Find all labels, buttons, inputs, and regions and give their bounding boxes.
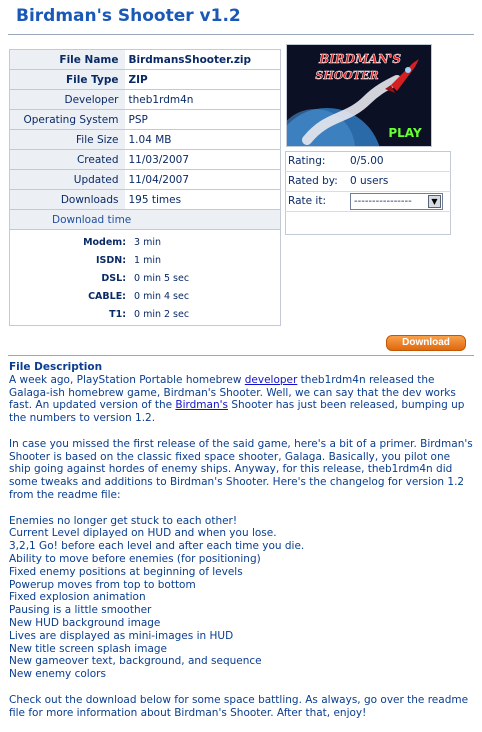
game-art-svg: BIRDMAN'S SHOOTER PLAY [287, 45, 431, 146]
info-value: 1.04 MB [124, 129, 281, 150]
info-value: 11/03/2007 [124, 149, 281, 170]
rating-label: Rating: [285, 151, 347, 172]
list-item: Powerup moves from top to bottom [9, 578, 196, 591]
list-item: Fixed explosion animation [9, 591, 146, 604]
art-title-line1: BIRDMAN'S [318, 52, 401, 66]
info-value: PSP [124, 109, 281, 130]
divider [8, 355, 474, 356]
rated-by-value: 0 users [347, 171, 451, 192]
list-item: 3,2,1 Go! before each level and after ea… [9, 540, 305, 553]
info-label: Operating System [9, 109, 125, 130]
developer-link[interactable]: developer [245, 374, 298, 386]
list-item: New title screen splash image [9, 642, 168, 655]
info-label: File Size [9, 129, 125, 150]
rate-it-cell: ---------------- ▼ [347, 191, 451, 212]
info-row-downloads: Downloads 195 times [9, 189, 281, 210]
rate-it-row: Rate it: ---------------- ▼ [285, 191, 451, 212]
description-heading: File Description [9, 361, 103, 373]
changelog-list: Enemies no longer get stuck to each othe… [9, 515, 474, 681]
rating-row: Rating: 0/5.00 [285, 151, 451, 172]
file-description: File Description A week ago, PlayStation… [9, 361, 474, 732]
list-item: Enemies no longer get stuck to each othe… [9, 514, 238, 527]
rate-select-value: ---------------- [354, 195, 412, 207]
speed-label: Modem: [83, 237, 126, 248]
info-row-developer: Developer theb1rdm4n [9, 89, 281, 110]
info-label: File Type [9, 69, 125, 90]
download-time-label: Download time [9, 209, 281, 230]
list-item: Lives are displayed as mini-images in HU… [9, 629, 234, 642]
rating-value: 0/5.00 [347, 151, 451, 172]
info-row-file-type: File Type ZIP [9, 69, 281, 90]
list-item: New enemy colors [9, 668, 106, 681]
speed-value: 3 min [134, 237, 161, 248]
info-label: Downloads [9, 189, 125, 210]
info-label: Developer [9, 89, 125, 110]
art-title-line2: SHOOTER [315, 69, 378, 82]
info-row-download-time: Download time [9, 209, 281, 230]
info-value: 195 times [124, 189, 281, 210]
speed-value: 1 min [134, 255, 161, 266]
speed-value: 0 min 5 sec [134, 273, 190, 284]
list-item: New HUD background image [9, 616, 161, 629]
speed-label: CABLE: [88, 291, 126, 302]
info-label: File Name [9, 49, 125, 70]
list-item: Current Level diplayed on HUD and when y… [9, 527, 277, 540]
rated-by-label: Rated by: [285, 171, 347, 192]
play-label: PLAY [388, 126, 422, 140]
info-row-created: Created 11/03/2007 [9, 149, 281, 170]
list-item: New gameover text, background, and seque… [9, 655, 262, 668]
chevron-down-icon[interactable]: ▼ [428, 194, 441, 208]
info-label: Created [9, 149, 125, 170]
info-value: theb1rdm4n [124, 89, 281, 110]
info-row-file-name: File Name BirdmansShooter.zip [9, 49, 281, 70]
info-value: ZIP [124, 69, 281, 90]
rating-table: Rating: 0/5.00 Rated by: 0 users Rate it… [285, 151, 451, 212]
list-item: Pausing is a little smoother [9, 604, 152, 617]
info-value: 11/04/2007 [124, 169, 281, 190]
rated-by-row: Rated by: 0 users [285, 171, 451, 192]
info-row-updated: Updated 11/04/2007 [9, 169, 281, 190]
list-item: Fixed enemy positions at beginning of le… [9, 565, 243, 578]
info-row-os: Operating System PSP [9, 109, 281, 130]
description-paragraph: In case you missed the first release of … [9, 437, 473, 501]
info-value: BirdmansShooter.zip [124, 49, 281, 70]
page-title: Birdman's Shooter v1.2 [16, 6, 241, 26]
speed-value: 0 min 2 sec [134, 309, 190, 320]
rate-select[interactable]: ---------------- ▼ [350, 192, 443, 210]
download-button[interactable]: Download [386, 335, 466, 351]
download-time-list: Modem: 3 min ISDN: 1 min DSL: 0 min 5 se… [9, 230, 281, 326]
birdmans-link[interactable]: Birdman's [175, 399, 228, 411]
speed-value: 0 min 4 sec [134, 291, 190, 302]
description-paragraph: A week ago, PlayStation Portable homebre… [9, 374, 474, 425]
game-screenshot: BIRDMAN'S SHOOTER PLAY [286, 44, 432, 147]
text-span: A week ago, PlayStation Portable homebre… [9, 373, 245, 386]
list-item: Ability to move before enemies (for posi… [9, 552, 261, 565]
speed-label: DSL: [101, 273, 126, 284]
rate-it-label: Rate it: [285, 191, 347, 212]
info-row-file-size: File Size 1.04 MB [9, 129, 281, 150]
speed-label: T1: [109, 309, 126, 320]
file-info-table: File Name BirdmansShooter.zip File Type … [9, 49, 281, 230]
info-label: Updated [9, 169, 125, 190]
divider [8, 34, 474, 35]
speed-label: ISDN: [95, 255, 126, 266]
description-paragraph: Check out the download below for some sp… [9, 693, 469, 719]
